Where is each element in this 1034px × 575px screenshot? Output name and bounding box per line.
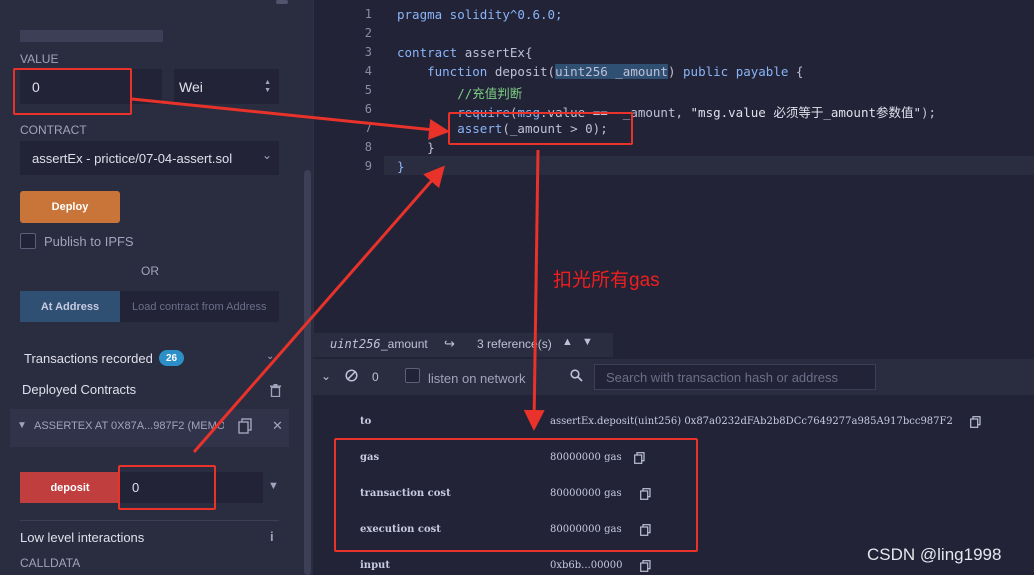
annotation-arrows: [131, 97, 545, 453]
annotation-label: 扣光所有gas: [553, 270, 660, 291]
watermark: CSDN @ling1998: [867, 545, 1002, 564]
